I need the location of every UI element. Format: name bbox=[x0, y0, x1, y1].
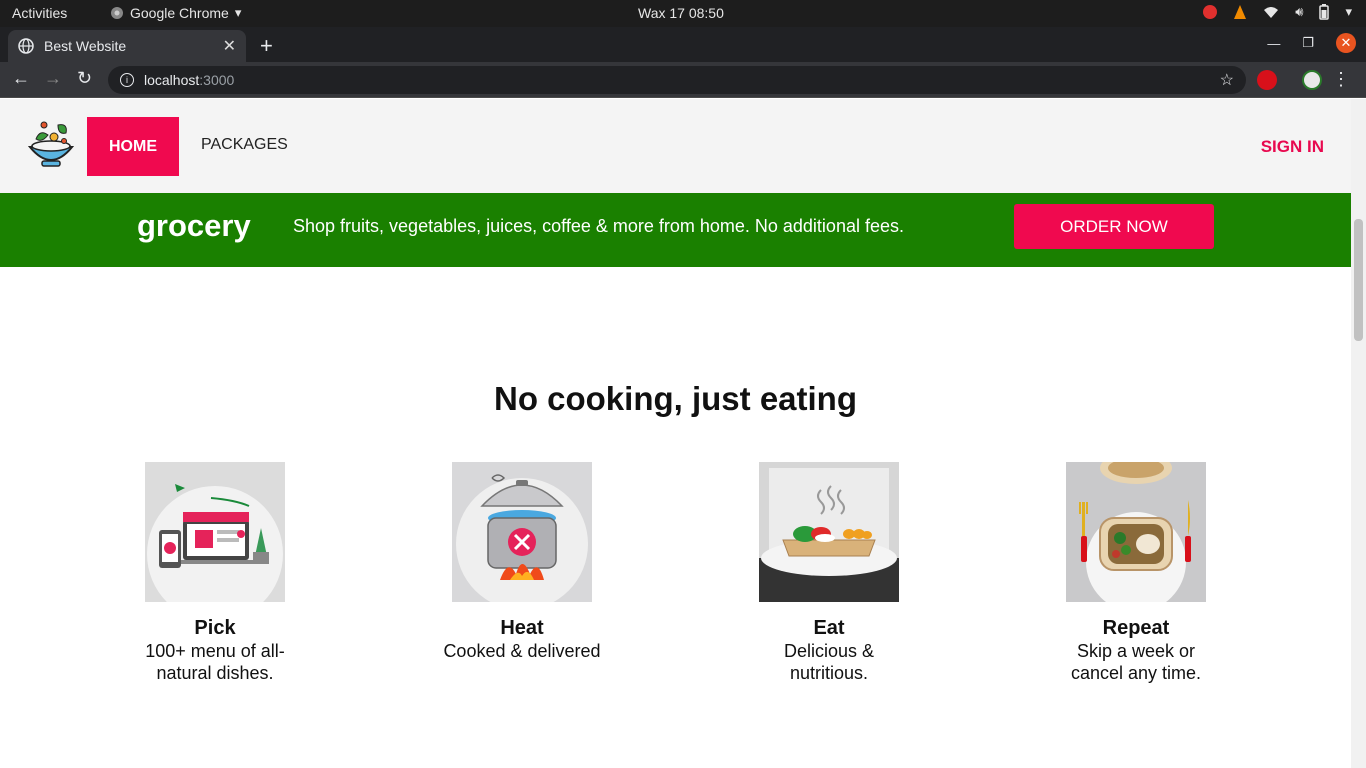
step-eat: Eat Delicious & nutritious. bbox=[729, 462, 929, 684]
url-host: localhost bbox=[144, 72, 200, 88]
app-menu[interactable]: Google Chrome ▾ bbox=[110, 5, 241, 21]
new-tab-icon[interactable]: + bbox=[260, 33, 273, 59]
browser-toolbar: ← → ↻ i localhost :3000 ☆ ⋮ bbox=[0, 62, 1366, 98]
tab-best-website[interactable]: Best Website ✕ bbox=[8, 30, 246, 62]
more-menu-icon[interactable]: ⋮ bbox=[1332, 69, 1350, 90]
restore-icon[interactable]: ❐ bbox=[1302, 35, 1314, 51]
battery-icon[interactable] bbox=[1319, 4, 1330, 20]
clock[interactable]: Wax 17 08:50 bbox=[638, 5, 724, 21]
step-pick: Pick 100+ menu of all-natural dishes. bbox=[115, 462, 315, 684]
bookmark-star-icon[interactable]: ☆ bbox=[1220, 70, 1234, 90]
scrollbar-thumb[interactable] bbox=[1354, 219, 1363, 341]
profile-avatar[interactable] bbox=[1302, 70, 1322, 90]
wifi-icon[interactable] bbox=[1263, 5, 1279, 19]
page-viewport: HOME PACKAGES SIGN IN grocery Shop fruit… bbox=[0, 99, 1366, 768]
os-top-bar: Activities Google Chrome ▾ Wax 17 08:50 … bbox=[0, 0, 1366, 27]
caret-down-icon[interactable]: ▾ bbox=[1345, 4, 1352, 20]
chrome-icon bbox=[111, 7, 123, 19]
step-description: 100+ menu of all-natural dishes. bbox=[145, 641, 285, 683]
step-description: Cooked & delivered bbox=[443, 641, 601, 661]
meal-tray-illustration bbox=[759, 462, 899, 602]
salad-bowl-logo-icon[interactable] bbox=[28, 117, 74, 169]
info-icon[interactable]: i bbox=[120, 73, 134, 87]
step-heat: Heat Cooked & delivered bbox=[422, 462, 622, 662]
online-shop-illustration bbox=[145, 462, 285, 622]
tab-title: Best Website bbox=[44, 38, 127, 54]
promo-brand: grocery bbox=[137, 208, 251, 243]
nav-packages-link[interactable]: PACKAGES bbox=[201, 136, 288, 154]
volume-icon[interactable]: 🔊︎ bbox=[1295, 4, 1303, 20]
step-name: Repeat bbox=[1102, 617, 1170, 639]
step-description: Skip a week or cancel any time. bbox=[1070, 641, 1202, 683]
step-repeat: Repeat Skip a week or cancel any time. bbox=[1036, 452, 1236, 684]
url-port: :3000 bbox=[199, 72, 235, 88]
close-tab-icon[interactable]: ✕ bbox=[223, 36, 236, 56]
reload-icon[interactable]: ↻ bbox=[77, 68, 92, 89]
nav-home-link[interactable]: HOME bbox=[87, 117, 179, 176]
promo-banner: grocery Shop fruits, vegetables, juices,… bbox=[0, 193, 1351, 267]
step-name: Eat bbox=[813, 617, 845, 639]
globe-icon bbox=[18, 38, 34, 54]
order-now-button[interactable]: ORDER NOW bbox=[1014, 204, 1214, 249]
app-name-label: Google Chrome bbox=[130, 5, 229, 21]
window-controls: — ❐ ✕ bbox=[1267, 33, 1356, 53]
section-heading: No cooking, just eating bbox=[493, 380, 858, 417]
activities-button[interactable]: Activities bbox=[12, 5, 67, 21]
extension-icon[interactable] bbox=[1257, 70, 1277, 90]
meal-box-illustration bbox=[1066, 452, 1206, 612]
address-bar[interactable]: i localhost :3000 ☆ bbox=[108, 66, 1246, 94]
page-scrollbar[interactable] bbox=[1351, 99, 1366, 768]
vlc-icon[interactable] bbox=[1233, 4, 1247, 20]
site-header: HOME PACKAGES SIGN IN bbox=[0, 99, 1351, 193]
tab-strip: Best Website ✕ + — ❐ ✕ bbox=[0, 27, 1366, 62]
step-name: Heat bbox=[500, 617, 544, 639]
sign-in-link[interactable]: SIGN IN bbox=[1261, 137, 1324, 157]
forward-icon[interactable]: → bbox=[44, 68, 62, 89]
promo-text: Shop fruits, vegetables, juices, coffee … bbox=[293, 216, 904, 236]
step-description: Delicious & nutritious. bbox=[783, 641, 875, 683]
minimize-icon[interactable]: — bbox=[1267, 36, 1280, 51]
step-name: Pick bbox=[194, 617, 236, 639]
cooking-pot-illustration bbox=[452, 462, 592, 610]
back-icon[interactable]: ← bbox=[12, 68, 30, 89]
caret-down-icon: ▾ bbox=[234, 5, 242, 20]
close-window-icon[interactable]: ✕ bbox=[1336, 33, 1356, 53]
system-tray[interactable]: 🔊︎ ▾ bbox=[1203, 4, 1352, 20]
indicator-icon[interactable] bbox=[1203, 5, 1218, 19]
